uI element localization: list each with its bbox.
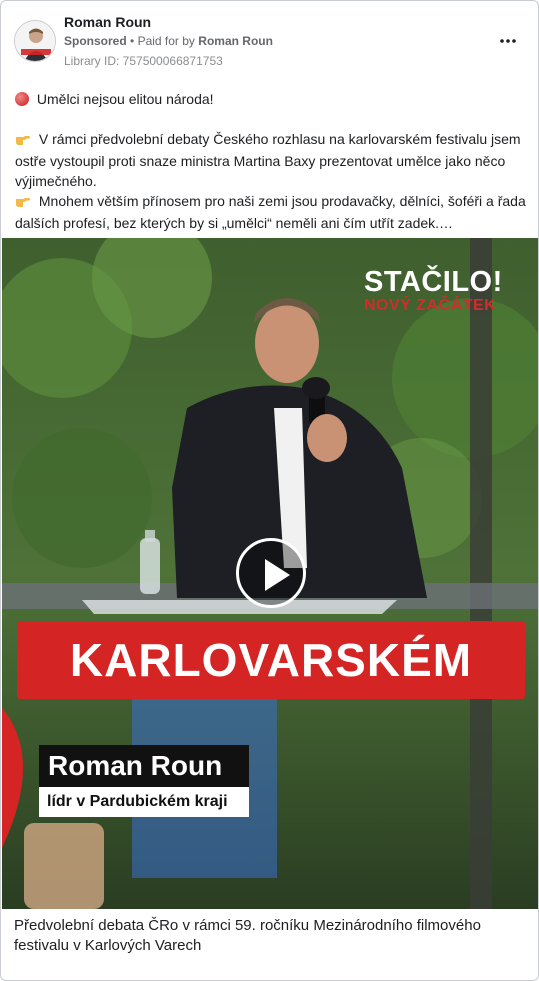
red-circle-icon [15, 92, 29, 106]
paid-for-prefix: Paid for by [137, 34, 195, 48]
more-horizontal-icon [500, 39, 516, 43]
pointing-hand-icon [15, 193, 33, 213]
play-button[interactable] [236, 538, 306, 608]
play-icon [265, 559, 290, 591]
pointing-hand-icon [15, 131, 33, 151]
sponsor-line: Sponsored • Paid for by Roman Roun [64, 34, 273, 48]
speaker-name-plate: Roman Roun [39, 745, 249, 787]
post-header: Roman Roun Sponsored • Paid for by Roman… [1, 1, 538, 81]
sponsored-label: Sponsored [64, 34, 127, 48]
separator-dot: • [130, 34, 135, 48]
avatar-image [15, 21, 55, 61]
body-paragraph-3: Mnohem větším přínosem pro naši zemi jso… [15, 191, 527, 233]
body-paragraph-3-text: Mnohem větším přínosem pro naši zemi jso… [15, 193, 526, 231]
body-line-1-text: Umělci nejsou elitou národa! [36, 91, 214, 107]
video-caption: Předvolební debata ČRo v rámci 59. roční… [14, 917, 481, 954]
video-title-banner-text: KARLOVARSKÉM [69, 634, 473, 686]
body-paragraph-2-text: V rámci předvolební debaty Českého rozhl… [15, 131, 521, 189]
speaker-role: lídr v Pardubickém kraji [47, 793, 228, 810]
author-name[interactable]: Roman Roun [64, 14, 151, 30]
video-media[interactable]: STAČILO! NOVÝ ZAČÁTEK KARLOVARSKÉM Roman… [2, 238, 538, 909]
paid-for-name[interactable]: Roman Roun [198, 34, 273, 48]
body-line-1: Umělci nejsou elitou národa! [15, 89, 527, 109]
library-id: Library ID: 757500066871753 [64, 54, 223, 68]
body-paragraph-2: V rámci předvolební debaty Českého rozhl… [15, 129, 527, 191]
ad-card: Roman Roun Sponsored • Paid for by Roman… [0, 0, 539, 981]
brand-logo-bottom: NOVÝ ZAČÁTEK [364, 297, 497, 314]
more-options-button[interactable] [496, 31, 520, 51]
post-body: Umělci nejsou elitou národa! V rámci pře… [15, 89, 527, 233]
brand-logo: STAČILO! NOVÝ ZAČÁTEK [364, 266, 514, 315]
speaker-role-plate: lídr v Pardubickém kraji [39, 787, 249, 817]
brand-logo-top: STAČILO! [364, 266, 503, 298]
video-title-banner: KARLOVARSKÉM [17, 621, 525, 699]
avatar[interactable] [14, 20, 56, 62]
speaker-name: Roman Roun [48, 750, 223, 781]
